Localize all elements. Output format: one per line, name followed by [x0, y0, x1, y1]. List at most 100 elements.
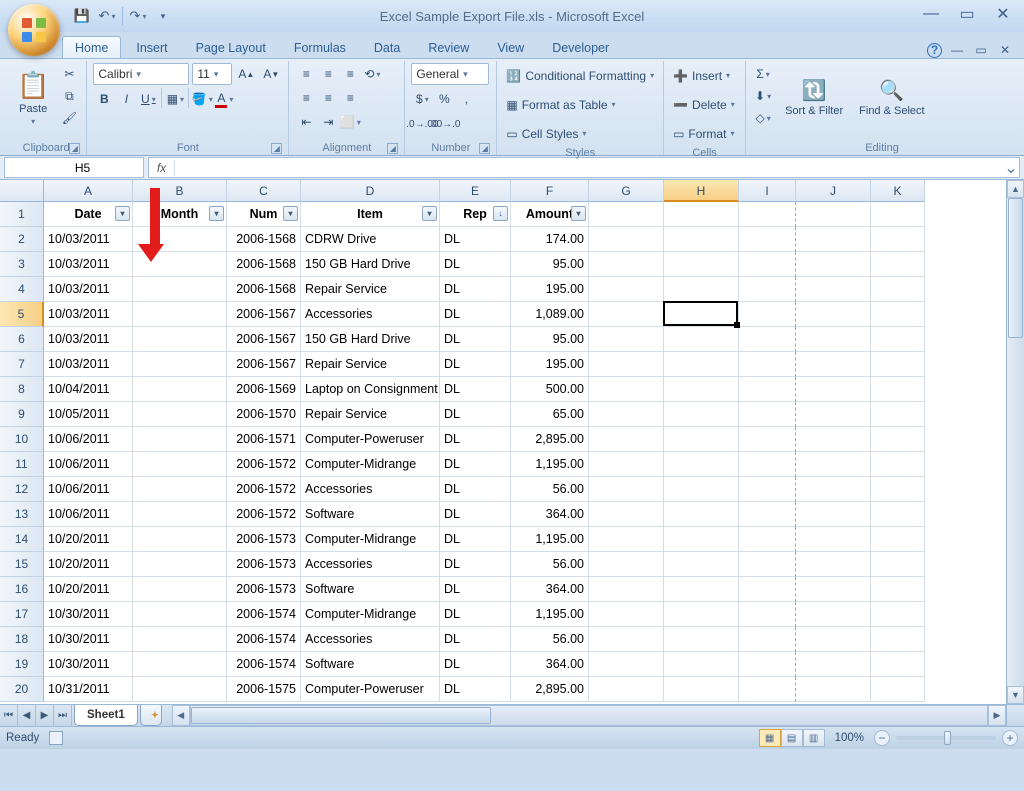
cell-J12[interactable]	[796, 477, 871, 502]
cell-A15[interactable]: 10/20/2011	[44, 552, 133, 577]
cell-styles-button[interactable]: ▭Cell Styles ▾	[503, 121, 589, 146]
clear-button[interactable]: ◇	[752, 107, 774, 129]
cell-A6[interactable]: 10/03/2011	[44, 327, 133, 352]
accounting-format-button[interactable]: $	[411, 88, 433, 110]
scroll-left-button[interactable]: ◀	[172, 705, 190, 726]
cell-A17[interactable]: 10/30/2011	[44, 602, 133, 627]
clipboard-dialog-launcher[interactable]: ◢	[69, 143, 80, 154]
column-header-I[interactable]: I	[739, 180, 796, 202]
align-left-button[interactable]: ≡	[295, 87, 317, 109]
cell-B12[interactable]	[133, 477, 227, 502]
cell-B11[interactable]	[133, 452, 227, 477]
cell-A4[interactable]: 10/03/2011	[44, 277, 133, 302]
cell-H20[interactable]	[664, 677, 739, 702]
page-break-view-button[interactable]: ▥	[803, 729, 825, 747]
cell-J18[interactable]	[796, 627, 871, 652]
cell-C7[interactable]: 2006-1567	[227, 352, 301, 377]
header-cell-I[interactable]	[739, 202, 796, 227]
cell-C8[interactable]: 2006-1569	[227, 377, 301, 402]
cell-B13[interactable]	[133, 502, 227, 527]
filter-A[interactable]: ▾	[115, 206, 130, 221]
cell-K13[interactable]	[871, 502, 925, 527]
workbook-minimize[interactable]: —	[948, 42, 966, 58]
cell-D11[interactable]: Computer-Midrange	[301, 452, 440, 477]
italic-button[interactable]: I	[115, 88, 137, 110]
cell-J3[interactable]	[796, 252, 871, 277]
cell-J5[interactable]	[796, 302, 871, 327]
cell-H9[interactable]	[664, 402, 739, 427]
cell-D20[interactable]: Computer-Poweruser	[301, 677, 440, 702]
column-header-C[interactable]: C	[227, 180, 301, 202]
cell-H6[interactable]	[664, 327, 739, 352]
cell-I19[interactable]	[739, 652, 796, 677]
cell-I15[interactable]	[739, 552, 796, 577]
cell-A11[interactable]: 10/06/2011	[44, 452, 133, 477]
cell-B18[interactable]	[133, 627, 227, 652]
cell-G16[interactable]	[589, 577, 664, 602]
fill-button[interactable]: ⬇	[752, 85, 774, 107]
column-header-E[interactable]: E	[440, 180, 511, 202]
new-sheet-button[interactable]	[140, 705, 162, 726]
horizontal-scrollbar[interactable]: ◀ ▶	[172, 705, 1006, 726]
filter-F[interactable]: ▾	[571, 206, 586, 221]
cell-I7[interactable]	[739, 352, 796, 377]
cell-F7[interactable]: 195.00	[511, 352, 589, 377]
row-header-5[interactable]: 5	[0, 302, 44, 327]
cell-E13[interactable]: DL	[440, 502, 511, 527]
cell-I12[interactable]	[739, 477, 796, 502]
format-cells-button[interactable]: ▭Format ▾	[670, 121, 737, 146]
vscroll-thumb[interactable]	[1008, 198, 1023, 338]
cell-B8[interactable]	[133, 377, 227, 402]
cell-B4[interactable]	[133, 277, 227, 302]
copy-button[interactable]: ⧉	[58, 85, 80, 107]
cell-F16[interactable]: 364.00	[511, 577, 589, 602]
close-button[interactable]: ✕	[992, 4, 1014, 24]
hscroll-thumb[interactable]	[191, 707, 491, 724]
macro-record-icon[interactable]	[49, 731, 63, 745]
cell-F4[interactable]: 195.00	[511, 277, 589, 302]
cell-D4[interactable]: Repair Service	[301, 277, 440, 302]
workbook-restore[interactable]: ▭	[972, 42, 990, 58]
font-name-combo[interactable]: Calibri▾	[93, 63, 189, 85]
cell-F20[interactable]: 2,895.00	[511, 677, 589, 702]
header-cell-D[interactable]: Item▾	[301, 202, 440, 227]
cell-K15[interactable]	[871, 552, 925, 577]
cell-H4[interactable]	[664, 277, 739, 302]
cell-J6[interactable]	[796, 327, 871, 352]
cell-G6[interactable]	[589, 327, 664, 352]
zoom-percent[interactable]: 100%	[835, 732, 864, 744]
cell-I17[interactable]	[739, 602, 796, 627]
percent-format-button[interactable]: %	[433, 88, 455, 110]
cell-H11[interactable]	[664, 452, 739, 477]
cell-F19[interactable]: 364.00	[511, 652, 589, 677]
cell-C4[interactable]: 2006-1568	[227, 277, 301, 302]
paste-button[interactable]: 📋 Paste ▾	[12, 63, 54, 133]
cell-D2[interactable]: CDRW Drive	[301, 227, 440, 252]
cell-H16[interactable]	[664, 577, 739, 602]
cell-K10[interactable]	[871, 427, 925, 452]
tab-page-layout[interactable]: Page Layout	[183, 36, 279, 58]
row-header-11[interactable]: 11	[0, 452, 44, 477]
page-layout-view-button[interactable]: ▤	[781, 729, 803, 747]
bold-button[interactable]: B	[93, 88, 115, 110]
cell-A7[interactable]: 10/03/2011	[44, 352, 133, 377]
cell-D12[interactable]: Accessories	[301, 477, 440, 502]
comma-format-button[interactable]: ,	[455, 88, 477, 110]
cell-I6[interactable]	[739, 327, 796, 352]
cell-D18[interactable]: Accessories	[301, 627, 440, 652]
align-right-button[interactable]: ≡	[339, 87, 361, 109]
cell-C11[interactable]: 2006-1572	[227, 452, 301, 477]
redo-button[interactable]: ↷	[126, 5, 150, 27]
cell-F8[interactable]: 500.00	[511, 377, 589, 402]
cell-I13[interactable]	[739, 502, 796, 527]
cell-C17[interactable]: 2006-1574	[227, 602, 301, 627]
cell-C12[interactable]: 2006-1572	[227, 477, 301, 502]
cell-D14[interactable]: Computer-Midrange	[301, 527, 440, 552]
cell-J11[interactable]	[796, 452, 871, 477]
cell-A3[interactable]: 10/03/2011	[44, 252, 133, 277]
align-bottom-button[interactable]: ≡	[339, 63, 361, 85]
row-header-14[interactable]: 14	[0, 527, 44, 552]
cell-E19[interactable]: DL	[440, 652, 511, 677]
font-dialog-launcher[interactable]: ◢	[271, 143, 282, 154]
cell-D5[interactable]: Accessories	[301, 302, 440, 327]
